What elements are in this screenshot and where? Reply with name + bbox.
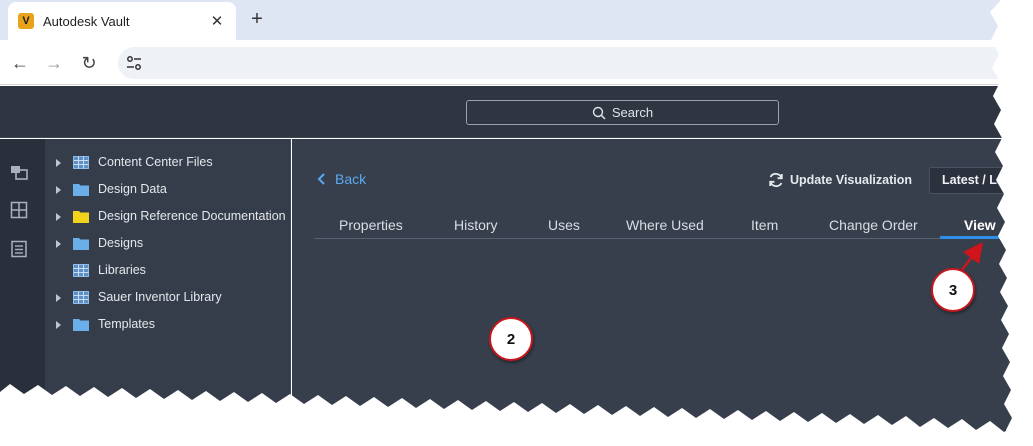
app-header: Search	[0, 86, 1033, 138]
folder-icon	[73, 319, 89, 331]
version-selector-button[interactable]: Latest / Lat	[929, 167, 1033, 194]
folder-icon	[73, 184, 89, 196]
tree-item-sauer-inventor-library[interactable]: Sauer Inventor Library	[45, 287, 291, 309]
expand-caret-icon[interactable]	[56, 321, 61, 329]
tree-item-label: Content Center Files	[98, 155, 213, 169]
library-grid-icon	[73, 291, 89, 304]
reload-icon[interactable]: ↻	[77, 51, 101, 75]
left-icon-rail	[0, 139, 45, 446]
back-link[interactable]: Back	[317, 171, 366, 187]
expand-caret-icon[interactable]	[56, 294, 61, 302]
library-grid-icon	[73, 156, 89, 169]
detail-tabs: Properties History Uses Where Used Item …	[314, 215, 1004, 239]
expand-caret-icon[interactable]	[56, 159, 61, 167]
expand-caret-icon[interactable]	[56, 186, 61, 194]
tab-history[interactable]: History	[454, 217, 498, 233]
search-placeholder: Search	[611, 105, 654, 120]
search-icon	[592, 106, 606, 120]
tab-properties[interactable]: Properties	[339, 217, 403, 233]
update-visualization-button[interactable]: Update Visualization	[768, 172, 912, 188]
folder-tree: Content Center Files Design Data Design …	[45, 139, 291, 446]
tab-uses[interactable]: Uses	[548, 217, 580, 233]
callout-3: 3	[931, 268, 975, 312]
folder-yellow-icon	[73, 211, 89, 223]
browser-toolbar: ← → ↻	[0, 40, 1033, 85]
grid-view-icon[interactable]	[10, 201, 28, 219]
callout-2: 2	[489, 317, 533, 361]
tab-where-used[interactable]: Where Used	[626, 217, 704, 233]
vault-favicon-icon: V	[18, 13, 34, 29]
main-content: Back Update Visualization Latest / Lat P…	[292, 139, 1033, 446]
library-grid-icon	[73, 264, 89, 277]
tree-item-templates[interactable]: Templates	[45, 314, 291, 336]
search-box[interactable]: Search	[466, 100, 779, 125]
tab-item[interactable]: Item	[751, 217, 778, 233]
expand-caret-icon[interactable]	[56, 240, 61, 248]
tree-item-label: Design Reference Documentation	[98, 209, 286, 223]
new-tab-button[interactable]: +	[246, 8, 268, 30]
update-visualization-label: Update Visualization	[790, 173, 913, 187]
back-arrow-icon[interactable]: ←	[8, 51, 32, 75]
tab-change-order[interactable]: Change Order	[829, 217, 918, 233]
folder-icon	[73, 238, 89, 250]
list-view-icon[interactable]	[10, 240, 28, 258]
tree-item-label: Designs	[98, 236, 144, 250]
close-tab-icon[interactable]: ✕	[208, 12, 226, 30]
tree-item-designs[interactable]: Designs	[45, 233, 291, 255]
browser-tab-title: Autodesk Vault	[43, 13, 130, 29]
address-bar[interactable]	[118, 47, 1023, 79]
tree-item-label: Templates	[98, 317, 155, 331]
browser-tab[interactable]: V Autodesk Vault ✕	[8, 2, 236, 40]
refresh-icon	[769, 172, 783, 188]
forward-arrow-icon[interactable]: →	[42, 51, 66, 75]
chevron-left-icon	[317, 173, 325, 185]
tree-item-content-center-files[interactable]: Content Center Files	[45, 152, 291, 174]
tree-item-label: Design Data	[98, 182, 167, 196]
vault-browser-icon[interactable]	[10, 163, 28, 181]
tree-item-libraries[interactable]: Libraries	[45, 260, 291, 282]
tree-item-label: Sauer Inventor Library	[98, 290, 222, 304]
tree-item-design-data[interactable]: Design Data	[45, 179, 291, 201]
tree-item-design-reference-documentation[interactable]: Design Reference Documentation	[45, 206, 291, 228]
active-tab-indicator	[940, 236, 1004, 239]
browser-tabstrip: V Autodesk Vault ✕ +	[0, 0, 1033, 40]
back-label: Back	[335, 171, 367, 187]
expand-caret-icon[interactable]	[56, 213, 61, 221]
tree-item-label: Libraries	[98, 263, 146, 277]
tab-view[interactable]: View	[964, 217, 996, 233]
site-settings-icon[interactable]	[124, 53, 144, 73]
